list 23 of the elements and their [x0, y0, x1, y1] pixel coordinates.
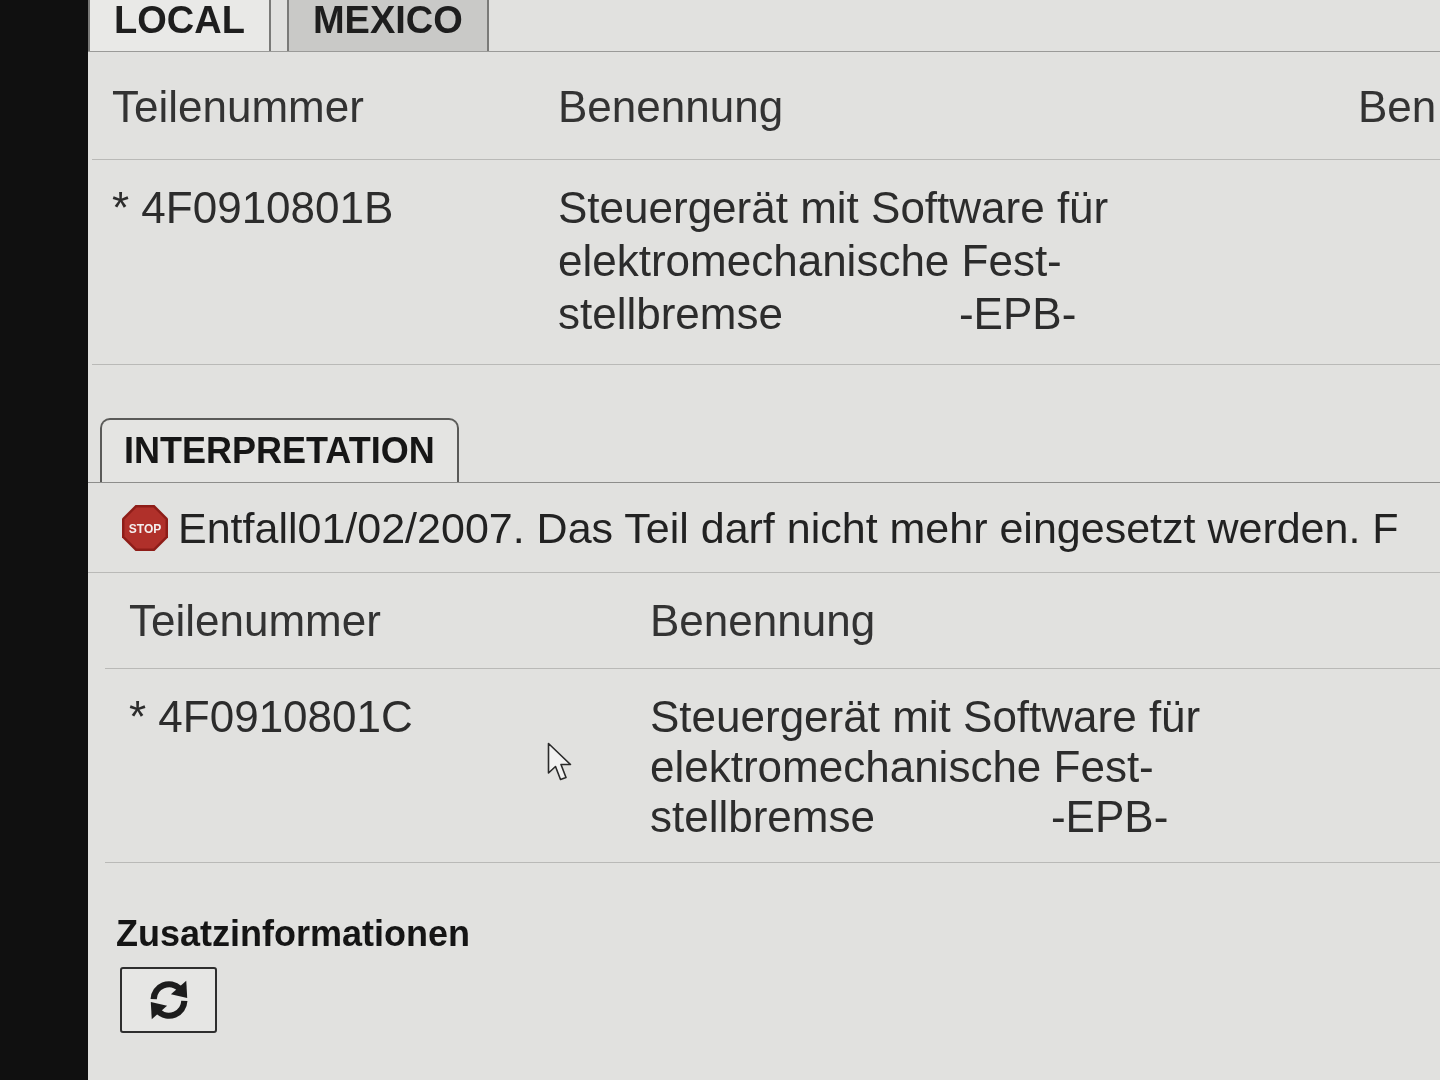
column-header: Teilenummer — [112, 82, 364, 132]
description-line: elektromechanische Fest- — [558, 235, 1062, 287]
description-line: Steuergerät mit Software für — [650, 692, 1201, 742]
table-cell-text: * 4F0910801B — [112, 182, 394, 234]
column-header: Ben — [1358, 82, 1437, 132]
table-cell: * 4F0910801C — [129, 692, 413, 742]
abbreviation-text: -EPB- — [958, 288, 1077, 340]
column-header: Benennung — [558, 82, 784, 132]
description-line: stellbremse — [650, 792, 875, 842]
tab[interactable]: MEXICO — [286, 0, 489, 51]
description-line: stellbremse — [558, 288, 783, 340]
message-text: Entfall01/02/2007. Das Teil darf nicht mehr eingesetzt werden. F — [178, 505, 1399, 551]
mouse-pointer-icon — [547, 742, 573, 782]
stop-sign-icon: STOP — [122, 505, 168, 551]
column-header: Teilenummer — [129, 596, 381, 646]
description-line: Steuergerät mit Software für — [558, 182, 1109, 234]
tab[interactable]: INTERPRETATION — [100, 418, 459, 482]
column-header: Benennung — [650, 596, 876, 646]
tab[interactable]: LOCAL — [88, 0, 271, 51]
refresh-button[interactable] — [120, 967, 217, 1033]
description-line: elektromechanische Fest- — [650, 742, 1154, 792]
abbreviation-text: -EPB- — [1050, 792, 1169, 842]
section-title: Zusatzinformationen — [116, 913, 470, 955]
